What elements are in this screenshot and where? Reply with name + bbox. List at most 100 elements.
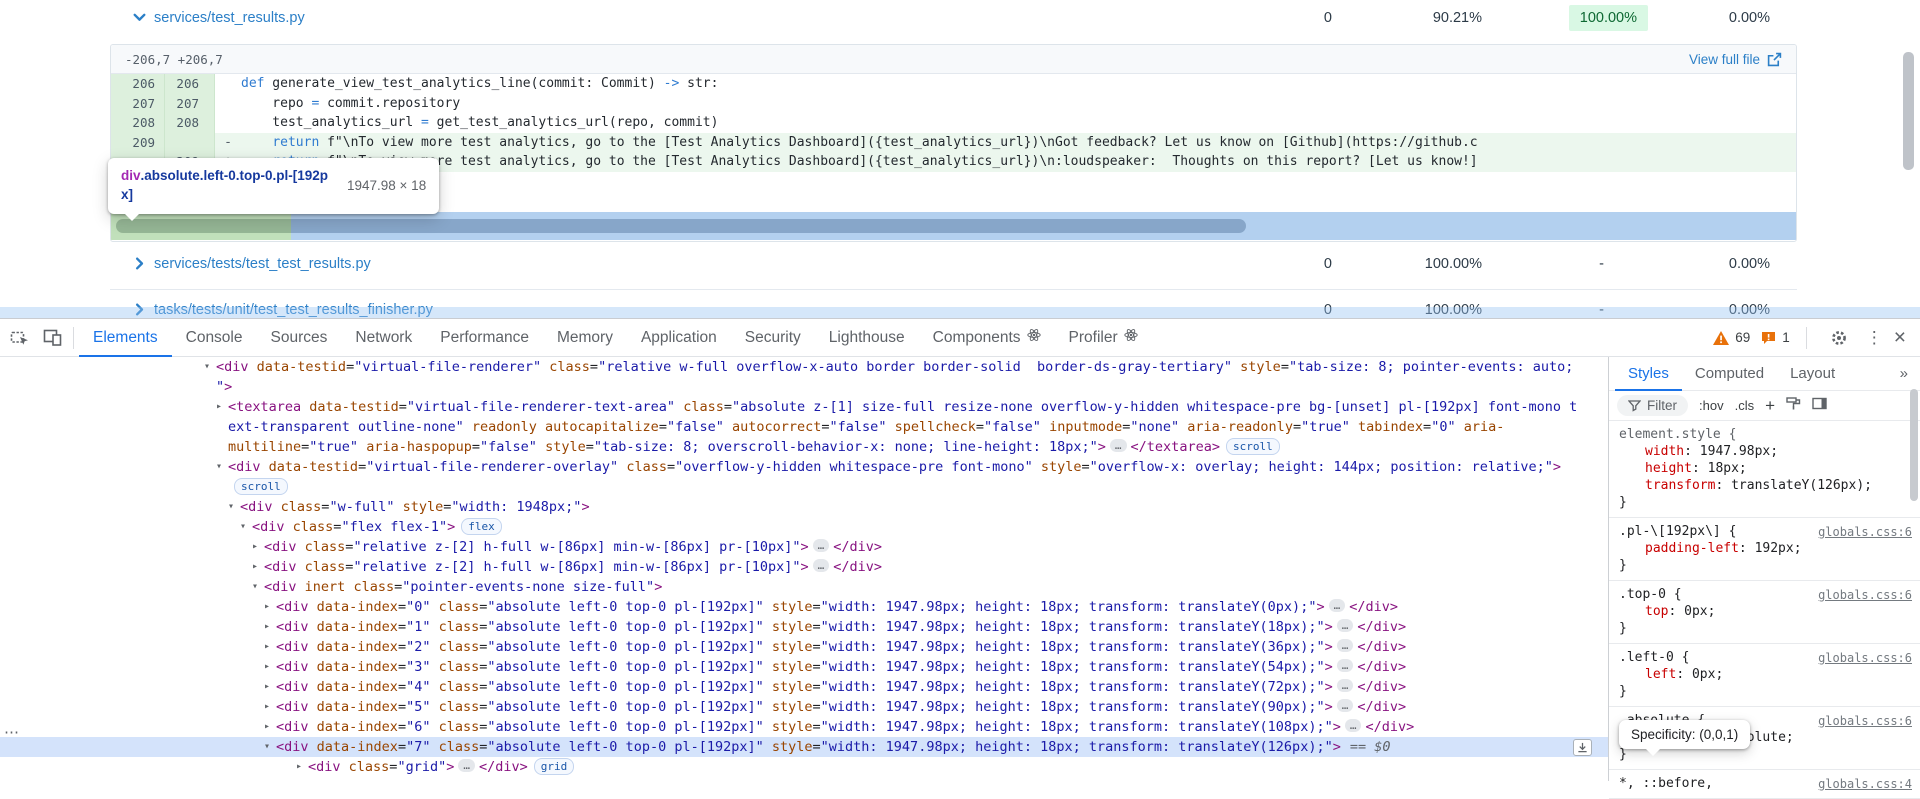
styles-tab-layout[interactable]: Layout xyxy=(1777,357,1848,391)
dom-tree-node[interactable]: ▸ <div class="relative z-[2] h-full w-[86… xyxy=(0,557,1608,577)
inline-expand-button[interactable]: … xyxy=(1336,639,1354,652)
page-scrollbar-thumb[interactable] xyxy=(1903,52,1914,170)
devtools-tab-elements[interactable]: Elements xyxy=(79,319,172,357)
stylesheet-link[interactable]: globals.css:4 xyxy=(1818,776,1912,793)
expander-expanded-icon[interactable]: ▾ xyxy=(248,577,262,597)
diff-code-row[interactable]: 208 208 test_analytics_url = get_test_ana… xyxy=(111,113,1796,133)
expander-expanded-icon[interactable]: ▾ xyxy=(200,357,214,377)
devtools-tab-memory[interactable]: Memory xyxy=(543,319,627,357)
settings-gear-icon[interactable] xyxy=(1823,322,1855,354)
filter-input[interactable]: Filter xyxy=(1617,395,1688,416)
devtools-tab-sources[interactable]: Sources xyxy=(257,319,342,357)
devtools-tab-console[interactable]: Console xyxy=(172,319,257,357)
expander-collapsed-icon[interactable]: ▸ xyxy=(248,537,262,557)
badge-scroll[interactable]: scroll xyxy=(1225,438,1280,455)
dom-tree-node[interactable]: ▾ <div data-testid="virtual-file-renderer… xyxy=(0,357,1608,397)
devtools-tab-security[interactable]: Security xyxy=(731,319,815,357)
devtools-tab-profiler[interactable]: Profiler xyxy=(1055,319,1152,357)
sidebar-toggle-icon[interactable] xyxy=(1812,397,1827,415)
expander-collapsed-icon[interactable]: ▸ xyxy=(260,717,274,737)
css-property[interactable]: left: 0px; xyxy=(1619,666,1910,683)
expander-collapsed-icon[interactable]: ▸ xyxy=(260,677,274,697)
expander-collapsed-icon[interactable]: ▸ xyxy=(260,637,274,657)
inline-expand-button[interactable]: … xyxy=(1336,619,1354,632)
diff-code-row[interactable]: 209 - return f"\nTo view more test analyt… xyxy=(111,132,1796,153)
dom-tree-node[interactable]: </div> xyxy=(0,777,1608,781)
expander-expanded-icon[interactable]: ▾ xyxy=(224,497,238,517)
expander-expanded-icon[interactable]: ▾ xyxy=(236,517,250,537)
dom-tree-node[interactable]: ▾ <div data-index="7" class="absolute lef… xyxy=(0,737,1608,757)
expander-collapsed-icon[interactable]: ▸ xyxy=(260,657,274,677)
dom-tree-node[interactable]: ▸ <div data-index="4" class="absolute lef… xyxy=(0,677,1608,697)
stylesheet-link[interactable]: globals.css:6 xyxy=(1818,713,1912,730)
inline-expand-button[interactable]: … xyxy=(458,759,475,772)
dom-tree-node[interactable]: ▸ <div data-index="3" class="absolute lef… xyxy=(0,657,1608,677)
warning-icon[interactable] xyxy=(1713,330,1730,345)
devtools-tab-network[interactable]: Network xyxy=(341,319,426,357)
close-icon[interactable]: × xyxy=(1894,327,1906,348)
dom-tree-node[interactable]: ▸ <div data-index="0" class="absolute lef… xyxy=(0,597,1608,617)
inline-expand-button[interactable]: … xyxy=(1336,659,1354,672)
dom-tree-node[interactable]: ▸ <div data-index="2" class="absolute lef… xyxy=(0,637,1608,657)
css-property[interactable]: top: 0px; xyxy=(1619,603,1910,620)
dom-tree-node[interactable]: ▸ <div class="grid">… </div> grid xyxy=(0,757,1608,777)
file-row[interactable]: services/test_results.py 0 90.21% 100.00% 0.… xyxy=(0,0,1920,36)
inline-expand-button[interactable]: … xyxy=(1328,599,1346,612)
file-link[interactable]: services/test_results.py xyxy=(154,10,305,26)
scroll-into-view-button[interactable] xyxy=(1573,739,1592,756)
devtools-tab-application[interactable]: Application xyxy=(627,319,731,357)
styles-scrollbar-thumb[interactable] xyxy=(1910,389,1918,501)
kebab-menu-icon[interactable]: ⋮ xyxy=(1866,328,1883,348)
toggle-element-state-button[interactable]: :hov xyxy=(1699,398,1724,413)
view-full-file-link[interactable]: View full file xyxy=(1689,52,1782,67)
badge-grid[interactable]: grid xyxy=(533,758,575,775)
file-row[interactable]: services/tests/test_test_results.py 0 100.… xyxy=(0,246,1920,282)
devtools-tab-components[interactable]: Components xyxy=(919,319,1055,357)
css-property[interactable]: transform: translateY(126px); xyxy=(1619,477,1910,494)
expander-collapsed-icon[interactable]: ▸ xyxy=(292,757,306,777)
stylesheet-link[interactable]: globals.css:6 xyxy=(1818,650,1912,667)
inline-expand-button[interactable]: … xyxy=(812,539,830,552)
issues-icon[interactable] xyxy=(1761,331,1776,344)
expander-collapsed-icon[interactable]: ▸ xyxy=(260,597,274,617)
expander-collapsed-icon[interactable]: ▸ xyxy=(260,697,274,717)
rule-selector[interactable]: element.style { xyxy=(1619,426,1910,443)
device-toolbar-icon[interactable] xyxy=(36,322,68,354)
badge-flex[interactable]: flex xyxy=(461,518,502,535)
paint-roller-icon[interactable] xyxy=(1786,396,1801,415)
expander-collapsed-icon[interactable]: ▸ xyxy=(260,617,274,637)
dom-tree-node[interactable]: ▸ <div data-index="1" class="absolute lef… xyxy=(0,617,1608,637)
expander-collapsed-icon[interactable]: ▸ xyxy=(212,397,226,417)
dom-tree-node[interactable]: ▾ <div class="flex flex-1"> flex xyxy=(0,517,1608,537)
chevron-right-icon[interactable] xyxy=(132,256,148,272)
diff-code-row[interactable]: 207 207 repo = commit.repository xyxy=(111,93,1796,114)
dom-tree-node[interactable]: ▾ <div inert class="pointer-events-none s… xyxy=(0,577,1608,597)
inline-expand-button[interactable]: … xyxy=(1336,699,1354,712)
chevron-down-icon[interactable] xyxy=(132,10,148,26)
css-property[interactable]: padding-left: 192px; xyxy=(1619,540,1910,557)
new-style-rule-button[interactable]: + xyxy=(1765,396,1775,416)
devtools-tab-performance[interactable]: Performance xyxy=(426,319,543,357)
dom-tree-node[interactable]: ▸ <div data-index="5" class="absolute lef… xyxy=(0,697,1608,717)
stylesheet-link[interactable]: globals.css:6 xyxy=(1818,587,1912,604)
inline-expand-button[interactable]: … xyxy=(1109,439,1127,452)
inline-expand-button[interactable]: … xyxy=(1336,679,1354,692)
inline-expand-button[interactable]: … xyxy=(1344,719,1362,732)
dom-tree-node[interactable]: ▸ <div class="relative z-[2] h-full w-[86… xyxy=(0,537,1608,557)
styles-tab-computed[interactable]: Computed xyxy=(1682,357,1777,391)
file-link[interactable]: services/tests/test_test_results.py xyxy=(154,256,371,272)
dom-tree-node[interactable]: ▸ <div data-index="6" class="absolute lef… xyxy=(0,717,1608,737)
styles-tab-styles[interactable]: Styles xyxy=(1615,357,1682,391)
expander-expanded-icon[interactable]: ▾ xyxy=(260,737,274,757)
stylesheet-link[interactable]: globals.css:6 xyxy=(1818,524,1912,541)
dom-tree-node[interactable]: ▾ <div data-testid="virtual-file-renderer… xyxy=(0,457,1608,497)
badge-scroll[interactable]: scroll xyxy=(234,478,288,495)
inline-expand-button[interactable]: … xyxy=(812,559,830,572)
expander-collapsed-icon[interactable]: ▸ xyxy=(248,557,262,577)
css-property[interactable]: width: 1947.98px; xyxy=(1619,443,1910,460)
dom-tree-node[interactable]: ▾ <div class="w-full" style="width: 1948p… xyxy=(0,497,1608,517)
diff-code-row[interactable]: 206 206 def generate_view_test_analytics_l… xyxy=(111,74,1796,94)
css-property[interactable]: height: 18px; xyxy=(1619,460,1910,477)
inspect-icon[interactable] xyxy=(4,322,36,354)
expander-expanded-icon[interactable]: ▾ xyxy=(212,457,226,477)
